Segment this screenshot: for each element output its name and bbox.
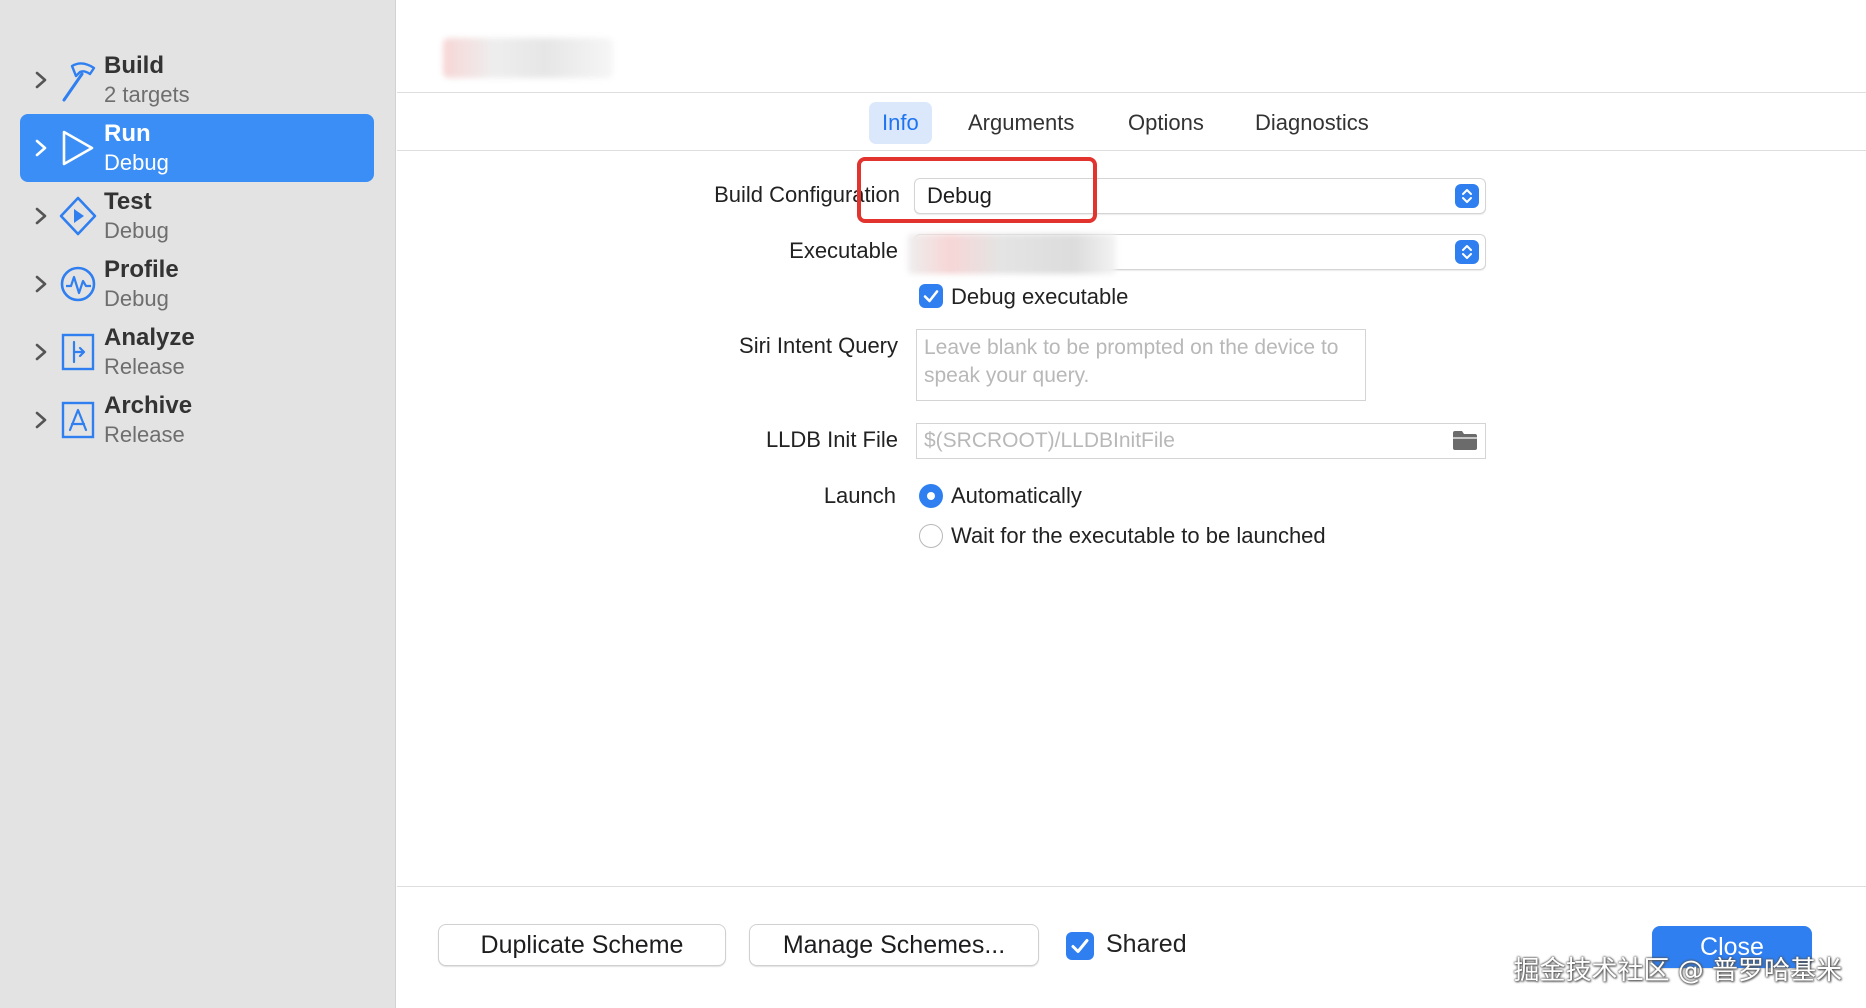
chevron-right-icon[interactable] [30,134,52,162]
scheme-item-name: Build [104,52,164,79]
redacted-scheme-title [443,38,613,78]
launch-wait-label: Wait for the executable to be launched [951,523,1326,548]
scheme-item-build[interactable]: Build 2 targets [20,46,374,114]
test-diamond-icon [59,196,97,236]
popup-stepper-icon [1455,184,1479,208]
siri-intent-query-field[interactable]: Leave blank to be prompted on the device… [916,329,1366,401]
scheme-item-subtitle: Debug [104,150,169,175]
tab-diagnostics[interactable]: Diagnostics [1242,102,1382,144]
hammer-icon [62,62,96,102]
scheme-item-subtitle: Debug [104,286,169,311]
chevron-right-icon[interactable] [30,202,52,230]
divider [397,886,1866,887]
scheme-item-subtitle: 2 targets [104,82,190,107]
scheme-item-subtitle: Release [104,422,185,447]
scheme-item-name: Run [104,120,151,147]
scheme-item-subtitle: Debug [104,218,169,243]
chevron-right-icon[interactable] [30,406,52,434]
build-configuration-label: Build Configuration [714,182,900,207]
popup-stepper-icon [1455,240,1479,264]
redacted-executable-name [908,234,1116,274]
scheme-item-name: Archive [104,392,193,419]
folder-icon[interactable] [1451,428,1479,452]
executable-label: Executable [789,238,898,263]
tab-options[interactable]: Options [1115,102,1217,144]
launch-automatically-radio[interactable] [919,484,943,508]
tab-info[interactable]: Info [869,102,932,144]
lldb-init-file-label: LLDB Init File [765,427,898,452]
watermark: 掘金技术社区 @ 普罗哈基米 [1513,956,1842,986]
scheme-item-subtitle: Release [104,354,185,379]
launch-wait-radio[interactable] [919,524,943,548]
archive-icon [61,401,95,439]
manage-schemes-button[interactable]: Manage Schemes... [749,924,1039,966]
scheme-item-analyze[interactable]: Analyze Release [20,318,374,386]
debug-executable-label: Debug executable [951,284,1129,309]
siri-intent-query-label: Siri Intent Query [739,333,898,358]
duplicate-scheme-button[interactable]: Duplicate Scheme [438,924,726,966]
scheme-item-test[interactable]: Test Debug [20,182,374,250]
debug-executable-checkbox[interactable] [919,284,943,308]
scheme-item-name: Test [104,188,152,215]
launch-automatically-label: Automatically [951,483,1082,508]
scheme-item-profile[interactable]: Profile Debug [20,250,374,318]
launch-label: Launch [823,483,896,508]
scheme-item-archive[interactable]: Archive Release [20,386,374,454]
chevron-right-icon[interactable] [30,66,52,94]
scheme-item-run[interactable]: Run Debug [20,114,374,182]
scheme-item-name: Analyze [104,324,195,351]
chevron-right-icon[interactable] [30,270,52,298]
divider [397,150,1866,151]
waveform-icon [60,266,96,302]
highlight-annotation-box [857,157,1097,223]
shared-label: Shared [1106,930,1187,958]
lldb-init-file-field[interactable]: $(SRCROOT)/LLDBInitFile [916,423,1486,459]
chevron-right-icon[interactable] [30,338,52,366]
scheme-item-name: Profile [104,256,179,283]
shared-checkbox[interactable] [1066,932,1094,960]
divider [397,92,1866,93]
analyze-icon [61,333,95,371]
play-icon [62,130,94,166]
tab-arguments[interactable]: Arguments [955,102,1087,144]
scheme-sidebar: Build 2 targets Run Debug Test Debug Pro… [0,0,396,1008]
